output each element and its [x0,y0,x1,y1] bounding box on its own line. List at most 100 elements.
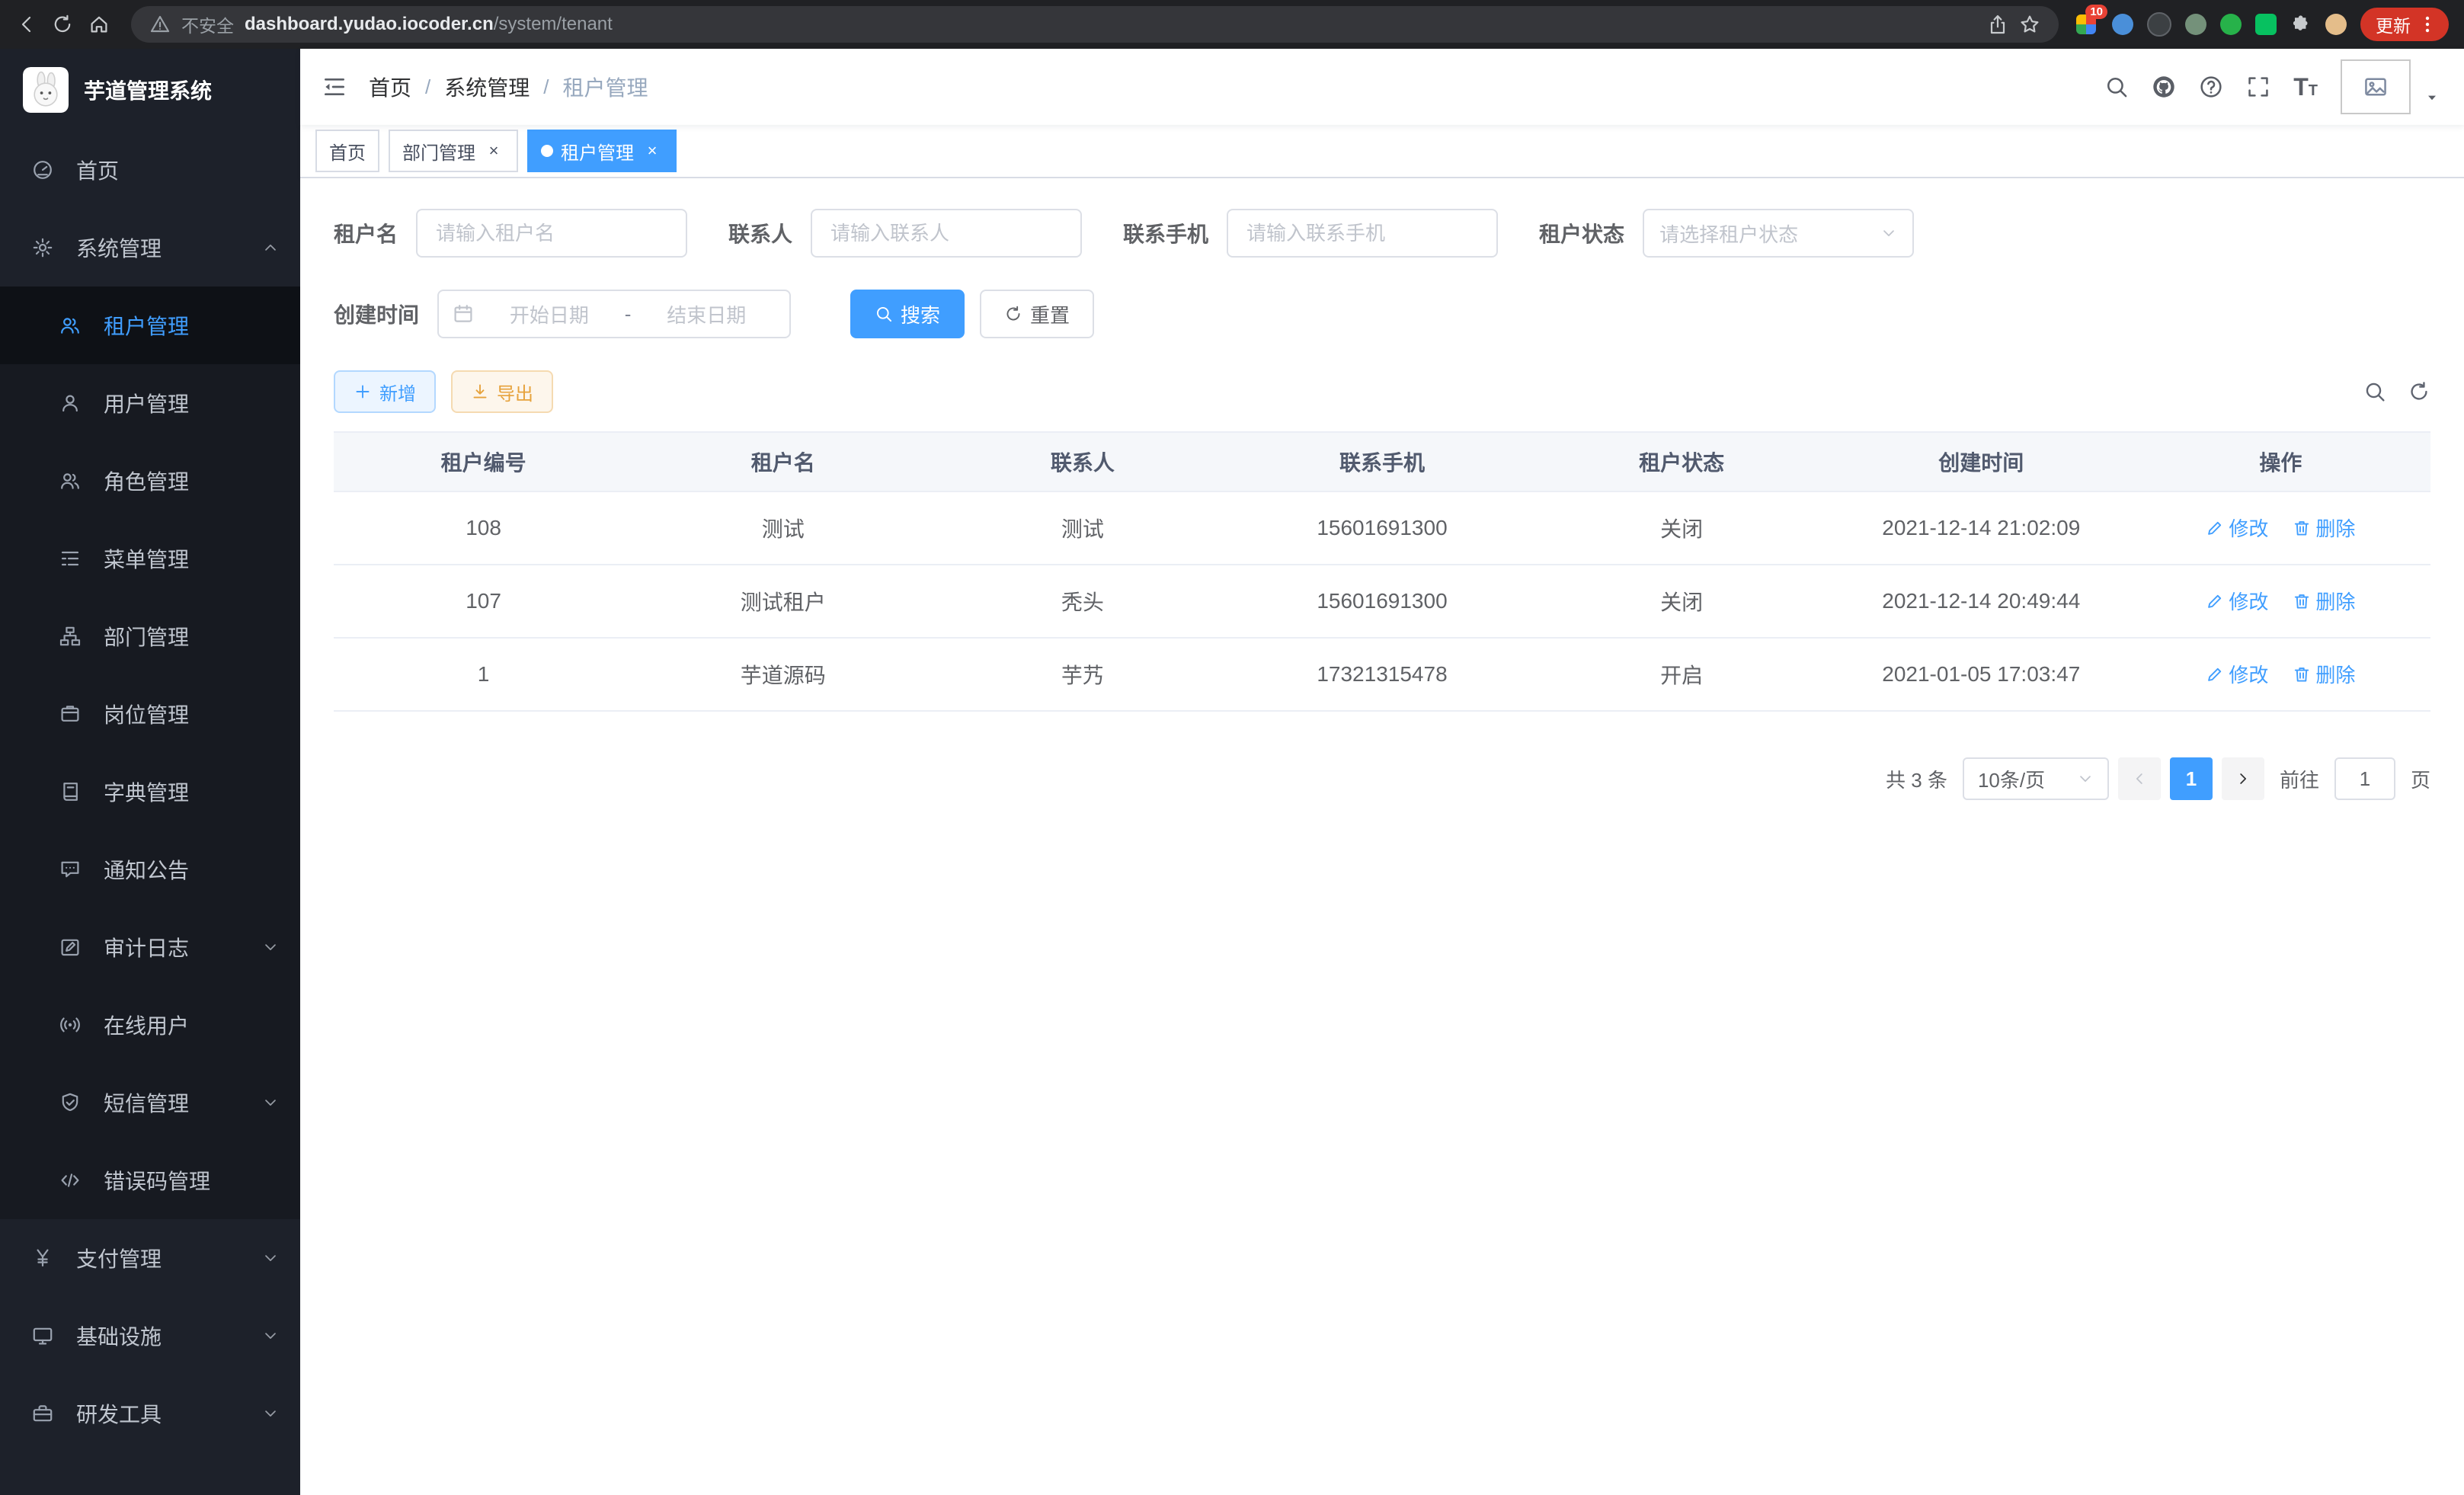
sidebar-item-error-code[interactable]: 错误码管理 [0,1141,300,1219]
browser-menu-icon[interactable] [2417,14,2438,35]
filter-label: 租户名 [334,218,416,248]
add-button[interactable]: 新增 [334,370,436,413]
filter-contact-name: 联系人 [728,209,1082,258]
trash-icon [2293,592,2311,610]
cell-actions: 修改删除 [2131,638,2430,711]
extension-icon[interactable] [2112,14,2133,35]
tab-close-icon[interactable]: × [483,140,504,162]
column-header: 租户名 [633,432,933,491]
browser-reload-icon[interactable] [52,14,73,35]
tab-close-icon[interactable]: × [642,140,663,162]
sidebar-toggle-icon[interactable] [322,74,347,100]
reset-button[interactable]: 重置 [980,290,1094,338]
header-search-icon[interactable] [2104,75,2129,99]
chevron-down-icon [2077,770,2094,787]
sidebar-item-notice[interactable]: 通知公告 [0,831,300,908]
sidebar-item-role[interactable]: 角色管理 [0,442,300,520]
avatar[interactable] [2341,59,2411,114]
tenant-name-input[interactable] [433,220,670,247]
table-row: 108测试测试15601691300关闭2021-12-14 21:02:09修… [334,491,2430,565]
sidebar-item-dev-tool[interactable]: 研发工具 [0,1375,300,1452]
table-toolbar: 新增 导出 [334,370,2430,413]
extension-grid-icon[interactable]: 10 [2074,12,2098,37]
delete-link[interactable]: 删除 [2293,660,2355,688]
app-logo[interactable]: 芋道管理系统 [0,49,300,131]
edit-link[interactable]: 修改 [2206,587,2268,615]
breadcrumb-home[interactable]: 首页 [369,72,411,102]
sidebar-item-system[interactable]: 系统管理 [0,209,300,287]
fullscreen-icon[interactable] [2246,75,2270,99]
contact-mobile-input[interactable] [1243,220,1481,247]
tab-tenant[interactable]: 租户管理× [527,130,677,172]
sidebar-item-user[interactable]: 用户管理 [0,364,300,442]
sidebar-item-sms[interactable]: 短信管理 [0,1064,300,1141]
contact-name-input[interactable] [827,220,1065,247]
user-menu-caret-icon[interactable] [2424,90,2440,105]
extensions-puzzle-icon[interactable] [2290,14,2312,35]
extension-icon[interactable] [2255,14,2277,35]
page-unit-label: 页 [2411,765,2430,793]
extension-icon[interactable] [2185,14,2206,35]
edit-pen-icon [2206,519,2224,537]
column-header: 创建时间 [1832,432,2131,491]
bookmark-star-icon[interactable] [2019,14,2040,35]
sidebar-item-home[interactable]: 首页 [0,131,300,209]
sidebar: 芋道管理系统 首页系统管理租户管理用户管理角色管理菜单管理部门管理岗位管理字典管… [0,49,300,1495]
extension-icon[interactable] [2147,12,2171,37]
edit-link[interactable]: 修改 [2206,514,2268,542]
profile-avatar-icon[interactable] [2325,14,2347,35]
share-icon[interactable] [1987,14,2008,35]
sidebar-item-infra[interactable]: 基础设施 [0,1297,300,1375]
tenant-name-input-wrap [416,209,687,258]
update-button[interactable]: 更新 [2360,8,2449,41]
goto-label: 前往 [2280,765,2319,793]
plus-icon [354,383,372,401]
tree-table-icon [59,548,84,569]
font-size-icon[interactable]: TT [2293,75,2318,99]
sidebar-item-dict[interactable]: 字典管理 [0,753,300,831]
filter-label: 创建时间 [334,299,437,329]
user-icon [59,392,84,414]
export-button[interactable]: 导出 [451,370,553,413]
filter-tenant-name: 租户名 [334,209,687,258]
prev-page-button[interactable] [2118,757,2161,800]
tree-icon [59,626,84,647]
refresh-table-icon[interactable] [2408,380,2430,403]
browser-home-icon[interactable] [88,14,110,35]
cell-mobile: 17321315478 [1232,638,1531,711]
help-icon[interactable] [2199,75,2223,99]
sidebar-item-dept[interactable]: 部门管理 [0,597,300,675]
extension-icon[interactable] [2220,14,2242,35]
delete-link[interactable]: 删除 [2293,587,2355,615]
tab-dept[interactable]: 部门管理× [389,130,518,172]
sidebar-item-audit-log[interactable]: 审计日志 [0,908,300,986]
browser-back-icon[interactable] [15,14,37,35]
date-range-picker[interactable]: 开始日期 - 结束日期 [437,290,791,338]
next-page-button[interactable] [2222,757,2264,800]
search-button[interactable]: 搜索 [850,290,965,338]
toggle-search-icon[interactable] [2363,380,2386,403]
start-date-placeholder[interactable]: 开始日期 [480,300,619,328]
tags-view: 首页部门管理×租户管理× [300,125,2464,178]
security-warning-icon [149,14,171,35]
address-bar[interactable]: 不安全 dashboard.yudao.iocoder.cn/system/te… [131,6,2059,43]
refresh-icon [1004,305,1022,323]
toolbar-right [2363,380,2430,403]
goto-page-input[interactable] [2334,757,2395,800]
page-number-button[interactable]: 1 [2170,757,2213,800]
sidebar-item-pay[interactable]: 支付管理 [0,1219,300,1297]
security-label[interactable]: 不安全 [181,11,234,37]
page-size-select[interactable]: 10条/页 [1963,757,2109,800]
breadcrumb-system[interactable]: 系统管理 [444,72,530,102]
sidebar-item-post[interactable]: 岗位管理 [0,675,300,753]
delete-link[interactable]: 删除 [2293,514,2355,542]
github-icon[interactable] [2152,75,2176,99]
sidebar-item-online-user[interactable]: 在线用户 [0,986,300,1064]
sidebar-item-menu[interactable]: 菜单管理 [0,520,300,597]
cell-id: 108 [334,491,633,565]
tab-home[interactable]: 首页 [315,130,379,172]
tenant-status-select[interactable]: 请选择租户状态 [1643,209,1914,258]
edit-link[interactable]: 修改 [2206,660,2268,688]
sidebar-item-tenant[interactable]: 租户管理 [0,287,300,364]
end-date-placeholder[interactable]: 结束日期 [637,300,776,328]
